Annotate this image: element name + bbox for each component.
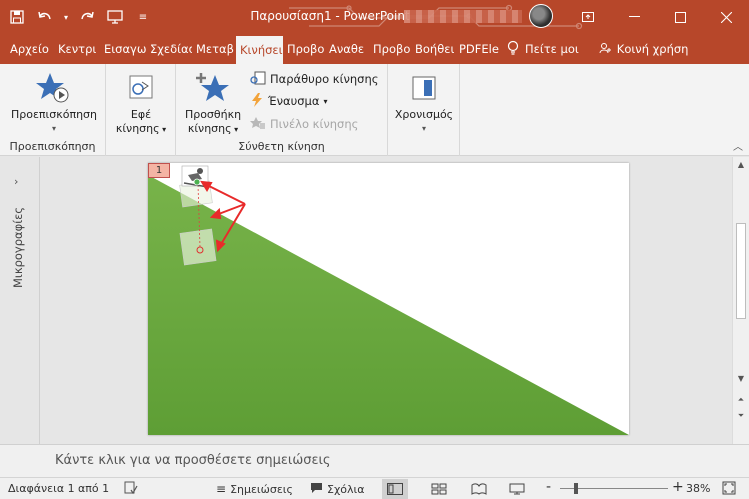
scroll-down-icon[interactable]: ▼ xyxy=(733,371,749,385)
vertical-scrollbar[interactable]: ▲ ▼ ⏶ ⏷ xyxy=(732,157,749,444)
normal-view-icon[interactable] xyxy=(382,479,408,499)
ribbon: Προεπισκόπηση ▾ Προεπισκόπηση Εφέ κίνηση… xyxy=(0,64,749,156)
slide-counter: Διαφάνεια 1 από 1 xyxy=(8,482,110,495)
next-slide-icon[interactable]: ⏷ xyxy=(733,409,749,423)
chevron-down-icon: ▾ xyxy=(51,124,56,133)
customize-qat-icon[interactable]: ≡ xyxy=(132,6,154,28)
chevron-down-icon: ▾ xyxy=(159,125,167,134)
slide-workspace: › Μικρογραφίες 1 ▲ ▼ ⏶ ⏷ xyxy=(0,157,749,444)
comments-button[interactable]: Σχόλια xyxy=(310,482,365,497)
tab-home[interactable]: Κεντρι xyxy=(54,34,100,64)
animation-order-tag[interactable]: 1 xyxy=(148,163,170,178)
slide-sorter-icon[interactable] xyxy=(426,479,452,499)
tab-pdfelement[interactable]: PDFEle xyxy=(455,34,499,64)
chevron-down-icon: ▾ xyxy=(421,124,426,133)
reading-view-icon[interactable] xyxy=(466,479,492,499)
present-from-start-icon[interactable] xyxy=(104,6,126,28)
timing-button[interactable]: Χρονισμός ▾ xyxy=(392,70,456,136)
effect-options-icon xyxy=(121,70,161,106)
redo-icon[interactable] xyxy=(76,6,98,28)
animation-pane-icon xyxy=(250,71,266,88)
tab-transitions[interactable]: Μεταβ xyxy=(192,34,236,64)
avatar[interactable] xyxy=(529,4,553,28)
tell-me-search[interactable]: Πείτε μοι xyxy=(525,42,579,56)
timing-group: Χρονισμός ▾ xyxy=(388,64,460,156)
close-icon[interactable] xyxy=(703,0,749,34)
animation-painter-icon xyxy=(250,116,266,133)
zoom-in-button[interactable]: + xyxy=(672,479,684,495)
ribbon-display-options-icon[interactable] xyxy=(565,0,611,34)
lightning-icon xyxy=(250,92,264,110)
notes-button[interactable]: ≡ Σημειώσεις xyxy=(216,482,293,496)
tab-insert[interactable]: Εισαγω xyxy=(100,34,146,64)
tab-animations[interactable]: Κινήσει xyxy=(236,36,283,64)
preview-group: Προεπισκόπηση ▾ Προεπισκόπηση xyxy=(0,64,106,156)
collapse-ribbon-icon[interactable]: ︿ xyxy=(733,138,743,153)
chevron-down-icon: ▾ xyxy=(323,96,328,106)
slideshow-view-icon[interactable] xyxy=(504,479,530,499)
scroll-up-icon[interactable]: ▲ xyxy=(733,157,749,171)
slide-content xyxy=(148,165,629,435)
notes-pane[interactable]: Κάντε κλικ για να προσθέσετε σημειώσεις xyxy=(0,444,749,477)
expand-thumbnails-icon[interactable]: › xyxy=(14,175,18,188)
slide-canvas[interactable] xyxy=(148,163,629,435)
trigger-button[interactable]: Έναυσμα ▾ xyxy=(250,91,327,111)
add-animation-button[interactable]: Προσθήκη κίνησης ▾ xyxy=(180,70,246,137)
chevron-down-icon: ▾ xyxy=(231,125,239,134)
add-animation-star-icon xyxy=(193,70,233,106)
account-name xyxy=(404,10,522,23)
preview-button[interactable]: Προεπισκόπηση ▾ xyxy=(6,70,102,136)
scrollbar-thumb[interactable] xyxy=(736,223,746,319)
preview-star-icon xyxy=(34,70,74,106)
save-icon[interactable] xyxy=(6,6,28,28)
timing-icon xyxy=(404,70,444,106)
preview-group-label: Προεπισκόπηση xyxy=(9,140,96,153)
motion-path-start xyxy=(193,178,201,186)
zoom-out-button[interactable]: - xyxy=(546,479,551,495)
advanced-animation-group-label: Σύνθετη κίνηση xyxy=(238,140,325,153)
notes-icon: ≡ xyxy=(216,482,227,496)
minimize-icon[interactable] xyxy=(611,0,657,34)
title-bar: ▾ ≡ Παρουσίαση1 - PowerPoint xyxy=(0,0,749,34)
effects-group: Εφέ κίνησης ▾ xyxy=(106,64,176,156)
tab-design[interactable]: Σχεδίασ xyxy=(146,34,192,64)
tab-slideshow[interactable]: Προβο xyxy=(283,34,325,64)
window-controls xyxy=(565,0,749,34)
tab-file[interactable]: Αρχείο xyxy=(0,34,54,64)
tab-view[interactable]: Προβο xyxy=(369,34,411,64)
previous-slide-icon[interactable]: ⏶ xyxy=(733,393,749,407)
spell-check-icon[interactable] xyxy=(124,481,138,495)
effect-options-button[interactable]: Εφέ κίνησης ▾ xyxy=(110,70,172,137)
person-icon xyxy=(599,42,611,57)
ribbon-tabs: Αρχείο Κεντρι Εισαγω Σχεδίασ Μεταβ Κινήσ… xyxy=(0,34,749,64)
thumbnails-label[interactable]: Μικρογραφίες xyxy=(8,197,28,297)
comment-icon xyxy=(310,482,323,497)
lightbulb-icon xyxy=(507,40,519,59)
tab-review[interactable]: Αναθε xyxy=(325,34,369,64)
zoom-level[interactable]: 38% xyxy=(686,482,710,495)
zoom-slider-thumb[interactable] xyxy=(574,483,578,494)
undo-icon[interactable] xyxy=(34,6,56,28)
thumbnails-pane: › Μικρογραφίες xyxy=(0,157,40,444)
share-button[interactable]: Κοινή χρήση xyxy=(617,42,689,56)
undo-dropdown-icon[interactable]: ▾ xyxy=(62,6,70,28)
animation-painter-button[interactable]: Πινέλο κίνησης xyxy=(250,114,358,134)
quick-access-toolbar: ▾ ≡ xyxy=(6,6,154,28)
maximize-icon[interactable] xyxy=(657,0,703,34)
status-bar: Διαφάνεια 1 από 1 ≡ Σημειώσεις Σχόλια - … xyxy=(0,477,749,499)
advanced-animation-group: Προσθήκη κίνησης ▾ Παράθυρο κίνησης Έναυ… xyxy=(176,64,388,156)
fit-slide-icon[interactable] xyxy=(722,481,736,495)
animation-pane-button[interactable]: Παράθυρο κίνησης xyxy=(250,69,379,89)
tab-help[interactable]: Βοήθει xyxy=(411,34,455,64)
notes-placeholder: Κάντε κλικ για να προσθέσετε σημειώσεις xyxy=(55,453,331,468)
